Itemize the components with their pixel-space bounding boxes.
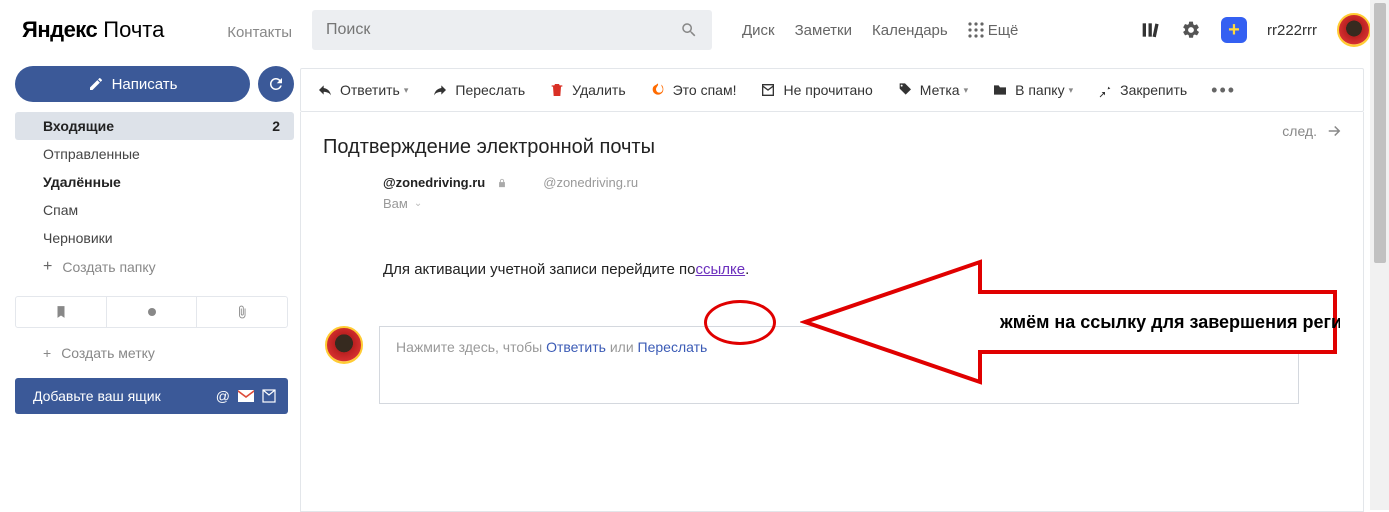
compose-label: Написать xyxy=(112,76,178,93)
folder-spam[interactable]: Спам xyxy=(15,196,294,224)
flame-icon xyxy=(650,82,666,98)
nav-more-label: Ещё xyxy=(988,22,1019,39)
sender-email: @zonedriving.ru xyxy=(543,175,638,190)
nav-notes[interactable]: Заметки xyxy=(795,22,852,39)
search-box[interactable] xyxy=(312,10,712,50)
nav-disk[interactable]: Диск xyxy=(742,22,775,39)
pin-icon xyxy=(1097,82,1113,98)
message-to[interactable]: Вам xyxy=(383,196,408,211)
envelope-icon xyxy=(760,82,776,98)
filter-flag[interactable] xyxy=(16,297,106,327)
logo-mail: Почта xyxy=(103,17,164,43)
folder-icon xyxy=(992,82,1008,98)
message-toolbar: Ответить▾ Переслать Удалить Это спам! Не… xyxy=(300,68,1364,112)
refresh-icon xyxy=(267,75,285,93)
scrollbar[interactable] xyxy=(1370,0,1389,510)
create-label-text: Создать метку xyxy=(61,345,155,361)
plus-icon: + xyxy=(43,345,51,361)
folder-inbox-label: Входящие xyxy=(43,118,114,134)
tb-spam[interactable]: Это спам! xyxy=(650,82,737,98)
nav-calendar[interactable]: Календарь xyxy=(872,22,948,39)
sender-from[interactable]: @zonedriving.ru xyxy=(383,175,485,190)
compose-button[interactable]: Написать xyxy=(15,66,250,102)
label-filters xyxy=(15,296,288,328)
avatar[interactable] xyxy=(1337,13,1371,47)
tag-icon xyxy=(897,82,913,98)
arrow-right-icon xyxy=(1325,122,1343,140)
add-mailbox[interactable]: Добавьте ваш ящик @ xyxy=(15,378,288,414)
trash-icon xyxy=(549,82,565,98)
tb-pin[interactable]: Закрепить xyxy=(1097,82,1187,98)
folder-inbox[interactable]: Входящие 2 xyxy=(15,112,294,140)
tb-folder[interactable]: В папку▾ xyxy=(992,82,1073,98)
refresh-button[interactable] xyxy=(258,66,294,102)
forward-link[interactable]: Переслать xyxy=(638,339,708,355)
contacts-link[interactable]: Контакты xyxy=(227,24,292,41)
search-input[interactable] xyxy=(326,21,680,39)
reply-link[interactable]: Ответить xyxy=(546,339,606,355)
gear-icon[interactable] xyxy=(1181,20,1201,40)
gmail-icon xyxy=(238,390,254,402)
folder-sent[interactable]: Отправленные xyxy=(15,140,294,168)
plus-icon: + xyxy=(43,258,52,276)
create-label[interactable]: + Создать метку xyxy=(15,338,294,368)
logo[interactable]: Яндекс Почта Контакты xyxy=(22,17,312,43)
nav-more[interactable]: Ещё xyxy=(968,22,1019,39)
collections-icon[interactable] xyxy=(1141,21,1161,39)
grid-icon xyxy=(968,22,984,38)
tb-unread[interactable]: Не прочитано xyxy=(760,82,872,98)
scrollbar-thumb[interactable] xyxy=(1374,3,1386,263)
username[interactable]: rr222rrr xyxy=(1267,22,1317,39)
search-icon[interactable] xyxy=(680,21,698,39)
message-body: Для активации учетной записи перейдите п… xyxy=(323,261,1341,278)
tb-more[interactable]: ••• xyxy=(1211,80,1236,101)
tb-reply[interactable]: Ответить▾ xyxy=(317,82,408,98)
folder-deleted[interactable]: Удалённые xyxy=(15,168,294,196)
nav-next[interactable]: след. xyxy=(1282,122,1343,140)
add-mailbox-label: Добавьте ваш ящик xyxy=(33,388,161,404)
reply-box[interactable]: Нажмите здесь, чтобы Ответить или Пересл… xyxy=(379,326,1299,404)
folder-drafts[interactable]: Черновики xyxy=(15,224,294,252)
outlook-icon xyxy=(262,389,276,403)
forward-icon xyxy=(432,82,448,98)
tb-forward[interactable]: Переслать xyxy=(432,82,525,98)
create-folder-label: Создать папку xyxy=(62,259,155,275)
lock-icon xyxy=(497,177,507,189)
logo-yandex: Яндекс xyxy=(22,17,97,43)
filter-attach[interactable] xyxy=(196,297,287,327)
plus-button[interactable]: + xyxy=(1221,17,1247,43)
tb-label[interactable]: Метка▾ xyxy=(897,82,968,98)
avatar-small xyxy=(325,326,363,364)
filter-dot[interactable] xyxy=(106,297,197,327)
tb-delete[interactable]: Удалить xyxy=(549,82,625,98)
at-icon: @ xyxy=(216,388,230,404)
compose-icon xyxy=(88,76,104,92)
message-subject: Подтверждение электронной почты xyxy=(323,136,1341,159)
reply-icon xyxy=(317,82,333,98)
chevron-down-icon[interactable]: ⌄ xyxy=(414,198,422,209)
folder-inbox-count: 2 xyxy=(272,118,280,134)
activation-link[interactable]: ссылке xyxy=(696,261,746,278)
create-folder[interactable]: + Создать папку xyxy=(15,252,294,282)
